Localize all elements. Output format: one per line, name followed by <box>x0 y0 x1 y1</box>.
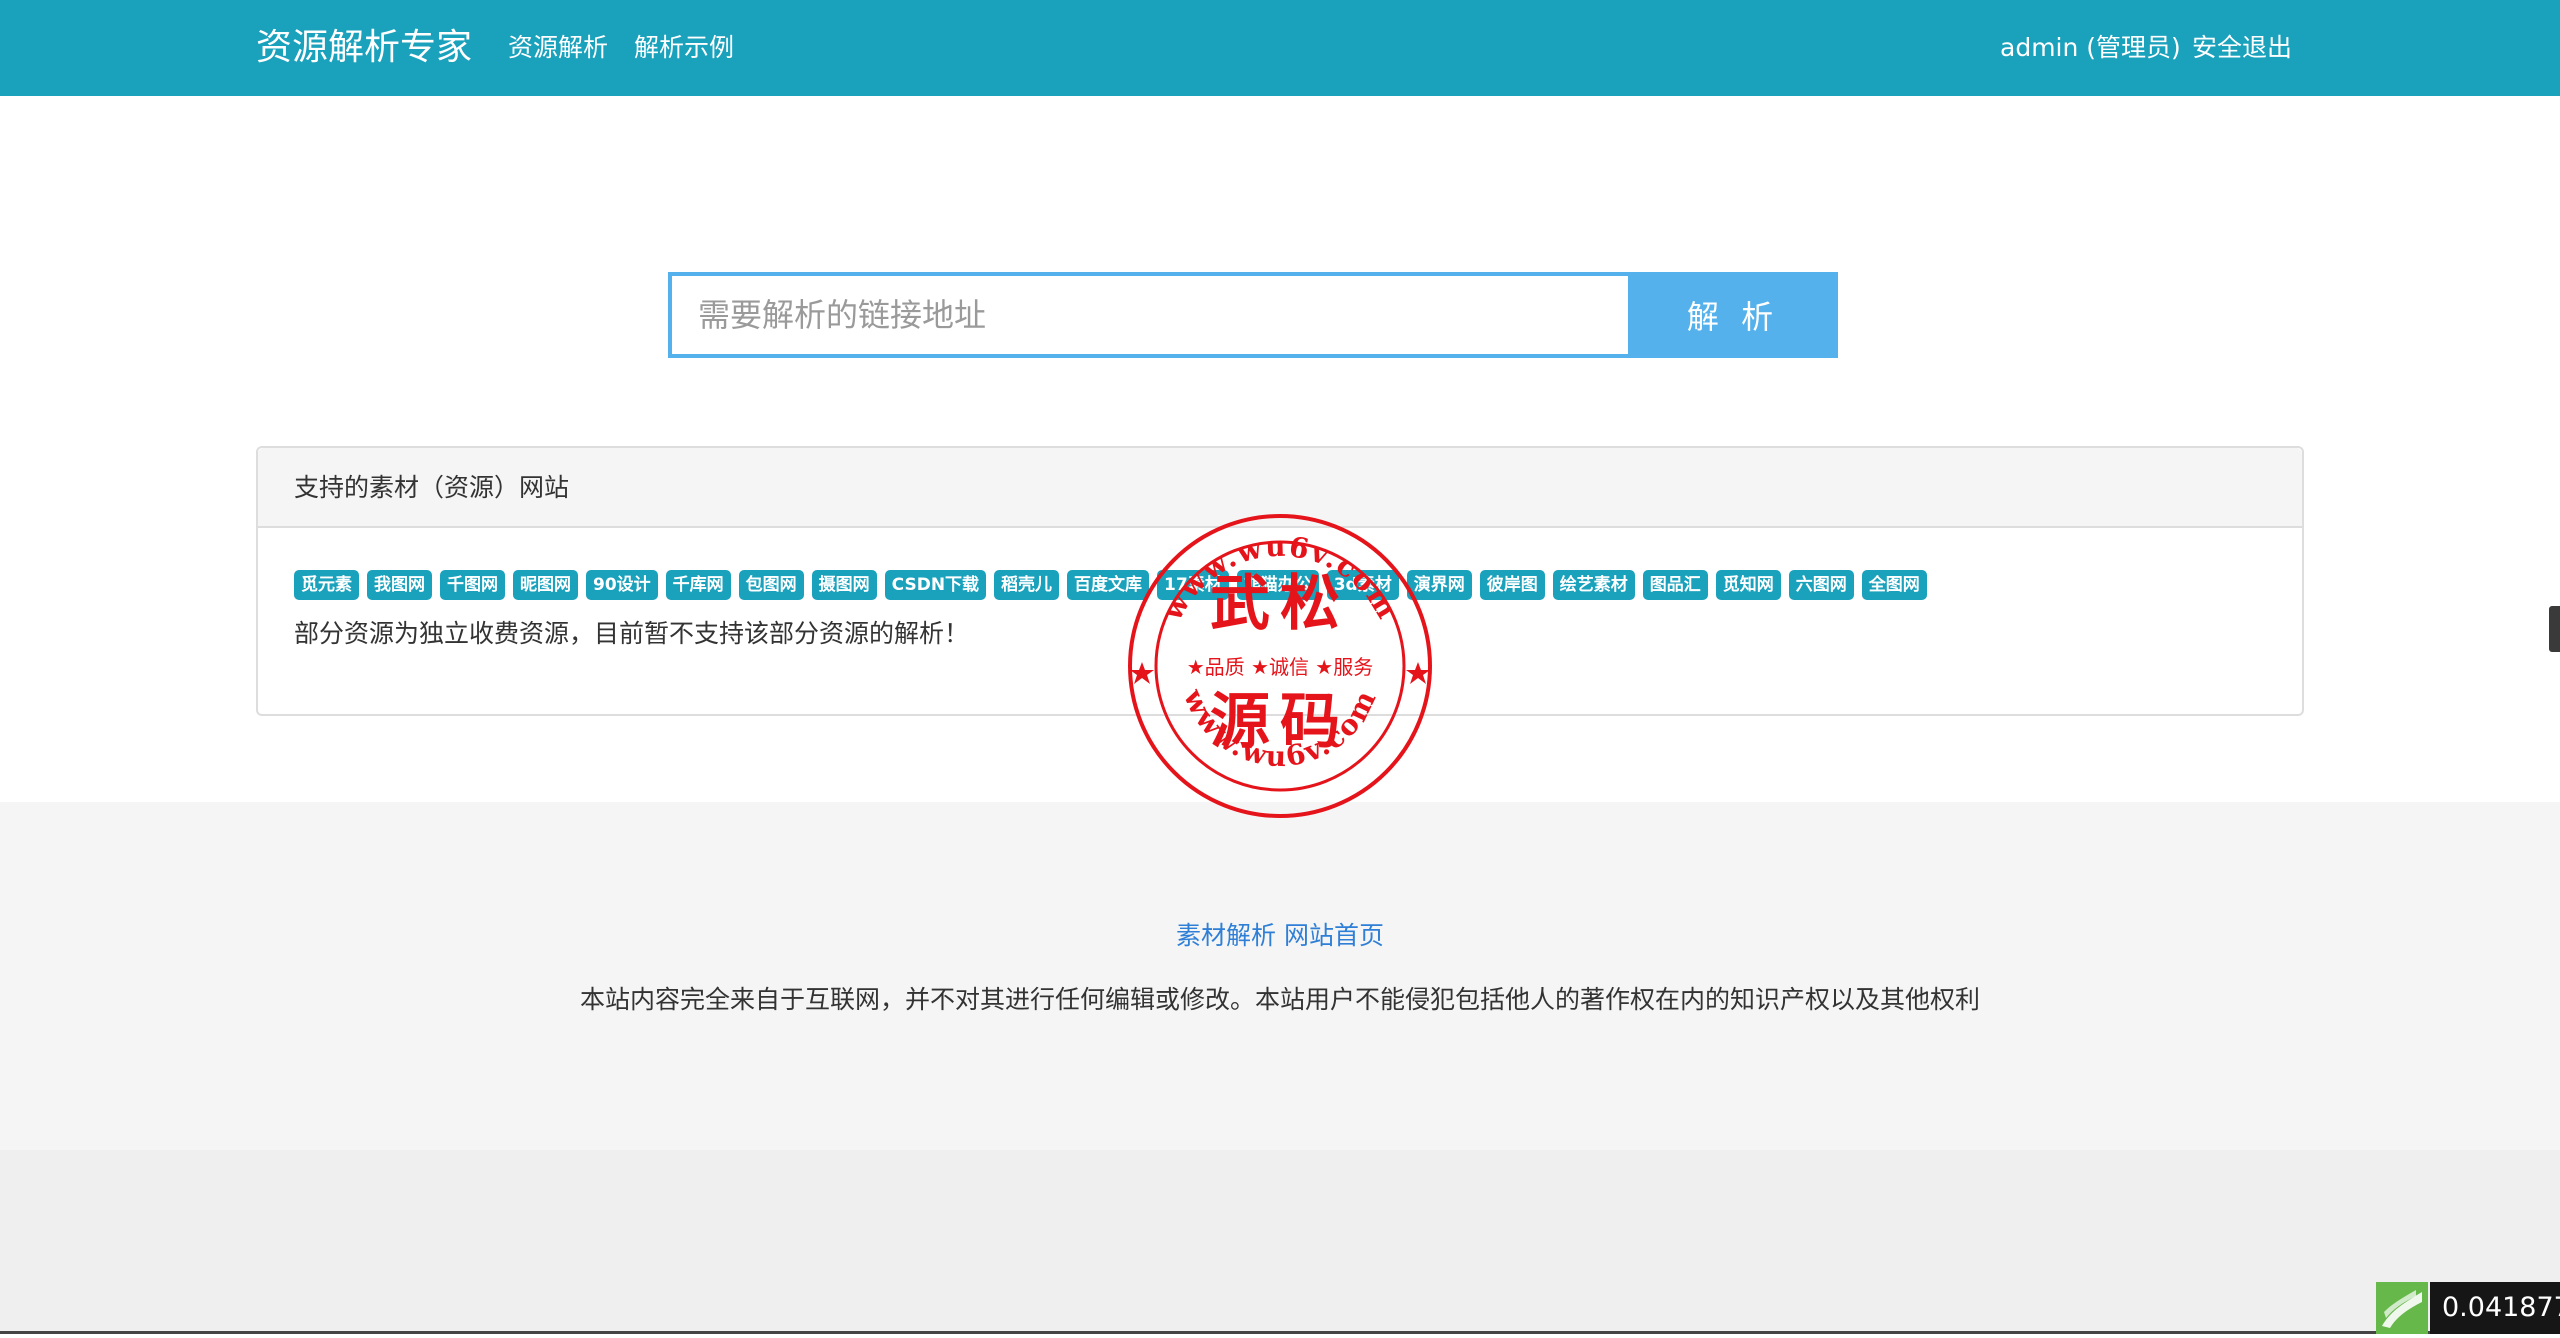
page-background-area <box>0 1150 2560 1334</box>
search-form: 解 析 <box>668 272 1838 358</box>
performance-logo-icon <box>2376 1282 2428 1334</box>
nav-link-resource-parse[interactable]: 资源解析 <box>508 30 608 66</box>
user-menu[interactable]: admin (管理员) <box>2000 30 2181 66</box>
top-navbar: 资源解析专家 资源解析 解析示例 admin (管理员) 安全退出 <box>0 0 2560 96</box>
parse-button[interactable]: 解 析 <box>1628 272 1838 358</box>
site-tag: 千库网 <box>665 570 731 600</box>
site-tag: 图品汇 <box>1642 570 1708 600</box>
stamp-star-right <box>1406 662 1430 684</box>
site-tag: 稻壳儿 <box>994 570 1060 600</box>
stamp-slogan: ★品质 ★诚信 ★服务 <box>1187 655 1374 679</box>
site-tag: 彼岸图 <box>1479 570 1545 600</box>
footer-link-home[interactable]: 网站首页 <box>1284 921 1384 950</box>
stamp-star-left <box>1130 662 1154 684</box>
site-tag: 六图网 <box>1788 570 1854 600</box>
site-tag: 全图网 <box>1861 570 1927 600</box>
site-tag: 昵图网 <box>513 570 578 600</box>
url-input[interactable] <box>668 272 1632 358</box>
footer-link-material-parse[interactable]: 素材解析 <box>1176 921 1276 950</box>
stamp-title-bottom: 源码 <box>1210 687 1350 757</box>
site-tag: CSDN下载 <box>884 570 987 600</box>
footer-disclaimer: 本站内容完全来自于互联网，并不对其进行任何编辑或修改。本站用户不能侵犯包括他人的… <box>579 985 1980 1014</box>
page-footer: 素材解析 网站首页 本站内容完全来自于互联网，并不对其进行任何编辑或修改。本站用… <box>0 802 2560 1150</box>
render-time-readout: 0.041877s <box>2430 1282 2560 1334</box>
site-tag: 摄图网 <box>811 570 877 600</box>
site-tag: 90设计 <box>586 570 658 600</box>
footer-links: 素材解析 网站首页 <box>0 918 2560 954</box>
panel-title: 支持的素材（资源）网站 <box>294 473 570 502</box>
nav-link-parse-example[interactable]: 解析示例 <box>634 30 734 66</box>
scrollbar-handle[interactable] <box>2549 606 2560 652</box>
site-tag: 觅元素 <box>294 570 359 600</box>
site-tag: 我图网 <box>367 570 432 600</box>
brand-title[interactable]: 资源解析专家 <box>256 22 472 74</box>
site-tag: 觅知网 <box>1715 570 1781 600</box>
site-tag: 千图网 <box>440 570 505 600</box>
watermark-stamp: www.wu6v.com www.wu6v.com 武松 ★品质 ★诚信 ★服务… <box>1128 514 1432 818</box>
site-tag: 包图网 <box>738 570 804 600</box>
stamp-title-top: 武松 <box>1210 569 1350 639</box>
site-tag: 绘艺素材 <box>1552 570 1635 600</box>
panel-note: 部分资源为独立收费资源，目前暂不支持该部分资源的解析！ <box>294 619 970 648</box>
logout-link[interactable]: 安全退出 <box>2192 30 2292 66</box>
